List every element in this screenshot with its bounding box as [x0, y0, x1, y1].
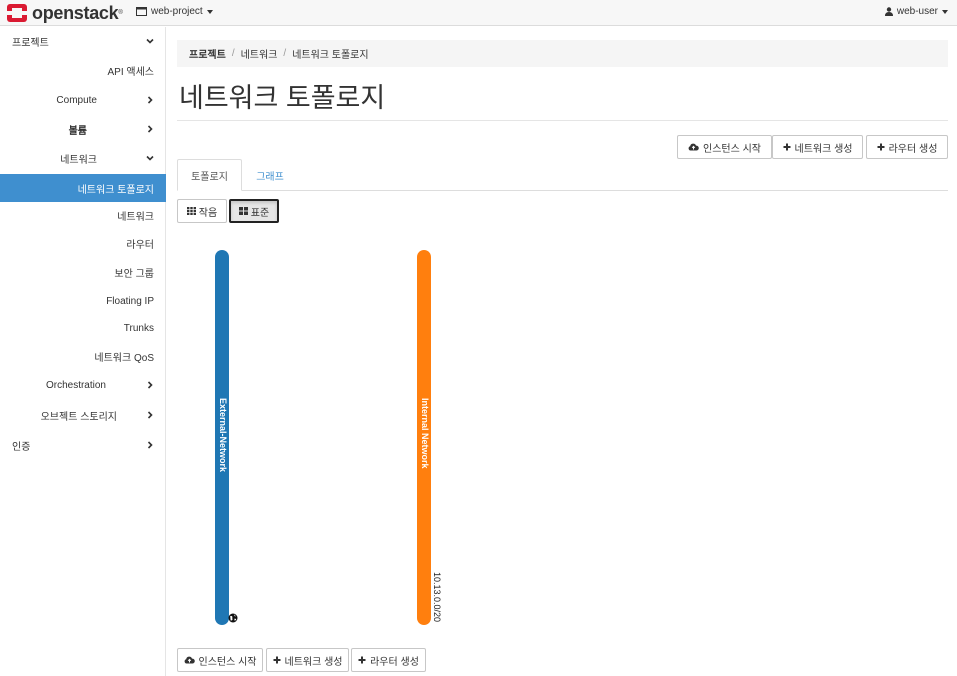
sidebar-item-routers[interactable]: 라우터 — [0, 229, 166, 257]
normal-view-toggle[interactable]: 표준 — [229, 199, 279, 223]
sidebar-item-security-groups[interactable]: 보안 그룹 — [0, 258, 166, 286]
chevron-down-icon — [146, 38, 154, 44]
sidebar-item-label: Trunks — [123, 322, 154, 334]
user-name: web-user — [896, 6, 938, 17]
chevron-right-icon — [147, 96, 153, 104]
breadcrumb-project[interactable]: 프로젝트 — [189, 46, 226, 61]
plus-icon — [273, 656, 280, 664]
sidebar-item-label: 라우터 — [126, 239, 154, 251]
caret-down-icon — [942, 9, 948, 14]
chevron-right-icon — [147, 125, 153, 133]
caret-down-icon — [206, 9, 213, 14]
sidebar-item-volumes[interactable]: 볼륨 — [0, 115, 166, 143]
project-name: web-project — [151, 6, 203, 17]
sidebar-item-network-topology[interactable]: 네트워크 토폴로지 — [0, 174, 166, 202]
sidebar-item-api-access[interactable]: API 액세스 — [0, 56, 166, 84]
sidebar-item-compute[interactable]: Compute — [0, 86, 166, 114]
sidebar-item-label: Floating IP — [106, 295, 154, 307]
create-network-button[interactable]: 네트워크 생성 — [772, 135, 863, 159]
globe-icon — [228, 613, 238, 626]
sidebar-item-label: 보안 그룹 — [114, 268, 154, 280]
chevron-right-icon — [147, 411, 153, 419]
plus-icon — [358, 656, 366, 664]
plus-icon — [783, 143, 790, 151]
th-large-icon — [238, 207, 248, 215]
sidebar-item-label: Compute — [56, 94, 97, 106]
top-navbar: openstack ® web-project web-user — [0, 0, 957, 26]
sidebar-item-networks[interactable]: 네트워크 — [0, 201, 166, 229]
sidebar-item-network-qos[interactable]: 네트워크 QoS — [0, 342, 166, 370]
page-title: 네트워크 토폴로지 — [179, 83, 386, 113]
tab-graph[interactable]: 그래프 — [247, 159, 293, 191]
sidebar-item-identity[interactable]: 인증 — [0, 431, 166, 459]
create-router-button[interactable]: 라우터 생성 — [866, 135, 948, 159]
chevron-right-icon — [147, 441, 153, 449]
user-dropdown[interactable]: web-user — [884, 6, 948, 17]
launch-instance-button-bottom[interactable]: 인스턴스 시작 — [177, 648, 263, 672]
sidebar-item-project[interactable]: 프로젝트 — [0, 27, 166, 55]
sidebar-item-label: 네트워크 QoS — [94, 352, 154, 364]
launch-instance-button[interactable]: 인스턴스 시작 — [677, 135, 772, 159]
plus-icon — [877, 143, 885, 151]
sidebar-item-label: 오브젝트 스토리지 — [40, 411, 117, 423]
sidebar-item-label: 볼륨 — [68, 125, 87, 137]
th-icon — [186, 207, 196, 215]
cloud-upload-icon — [184, 656, 195, 664]
create-router-button-bottom[interactable]: 라우터 생성 — [351, 648, 426, 672]
brand-name: openstack — [32, 2, 119, 23]
compact-view-toggle[interactable]: 작음 — [177, 199, 227, 223]
create-network-button-bottom[interactable]: 네트워크 생성 — [266, 648, 349, 672]
subnet-cidr: 10.13.0.0/20 — [432, 572, 442, 623]
project-dropdown[interactable]: web-project — [136, 6, 213, 17]
sidebar: 프로젝트 API 액세스 Compute 볼륨 네트워크 네트워크 토폴로지 네… — [0, 27, 166, 676]
sidebar-item-network-group[interactable]: 네트워크 — [0, 144, 166, 172]
external-network-label: External-Network — [218, 398, 228, 473]
sidebar-item-orchestration[interactable]: Orchestration — [0, 371, 166, 399]
project-icon — [136, 7, 147, 16]
sidebar-item-object-storage[interactable]: 오브젝트 스토리지 — [0, 401, 166, 429]
sidebar-item-label: 네트워크 토폴로지 — [77, 184, 154, 196]
sidebar-item-label: 네트워크 — [117, 211, 154, 223]
internal-network-label: Internal Network — [420, 398, 430, 469]
divider — [177, 120, 948, 121]
topology-tabs: 토폴로지 그래프 — [177, 159, 948, 191]
breadcrumb: 프로젝트 / 네트워크 / 네트워크 토폴로지 — [177, 40, 948, 67]
sidebar-item-label: API 액세스 — [107, 66, 155, 78]
chevron-down-icon — [146, 155, 154, 161]
sidebar-item-trunks[interactable]: Trunks — [0, 314, 166, 342]
user-icon — [884, 7, 893, 16]
cloud-upload-icon — [688, 143, 699, 151]
chevron-right-icon — [147, 381, 153, 389]
breadcrumb-current: 네트워크 토폴로지 — [292, 50, 369, 61]
openstack-logo-icon — [6, 3, 28, 23]
tab-topology[interactable]: 토폴로지 — [177, 159, 242, 191]
sidebar-item-label: 프로젝트 — [12, 37, 49, 49]
sidebar-item-label: 네트워크 — [60, 154, 97, 166]
sidebar-item-label: Orchestration — [45, 379, 106, 391]
brand[interactable]: openstack ® — [6, 3, 123, 23]
sidebar-item-floating-ip[interactable]: Floating IP — [0, 287, 166, 315]
sidebar-item-label: 인증 — [12, 441, 31, 453]
breadcrumb-network[interactable]: 네트워크 — [241, 46, 278, 61]
